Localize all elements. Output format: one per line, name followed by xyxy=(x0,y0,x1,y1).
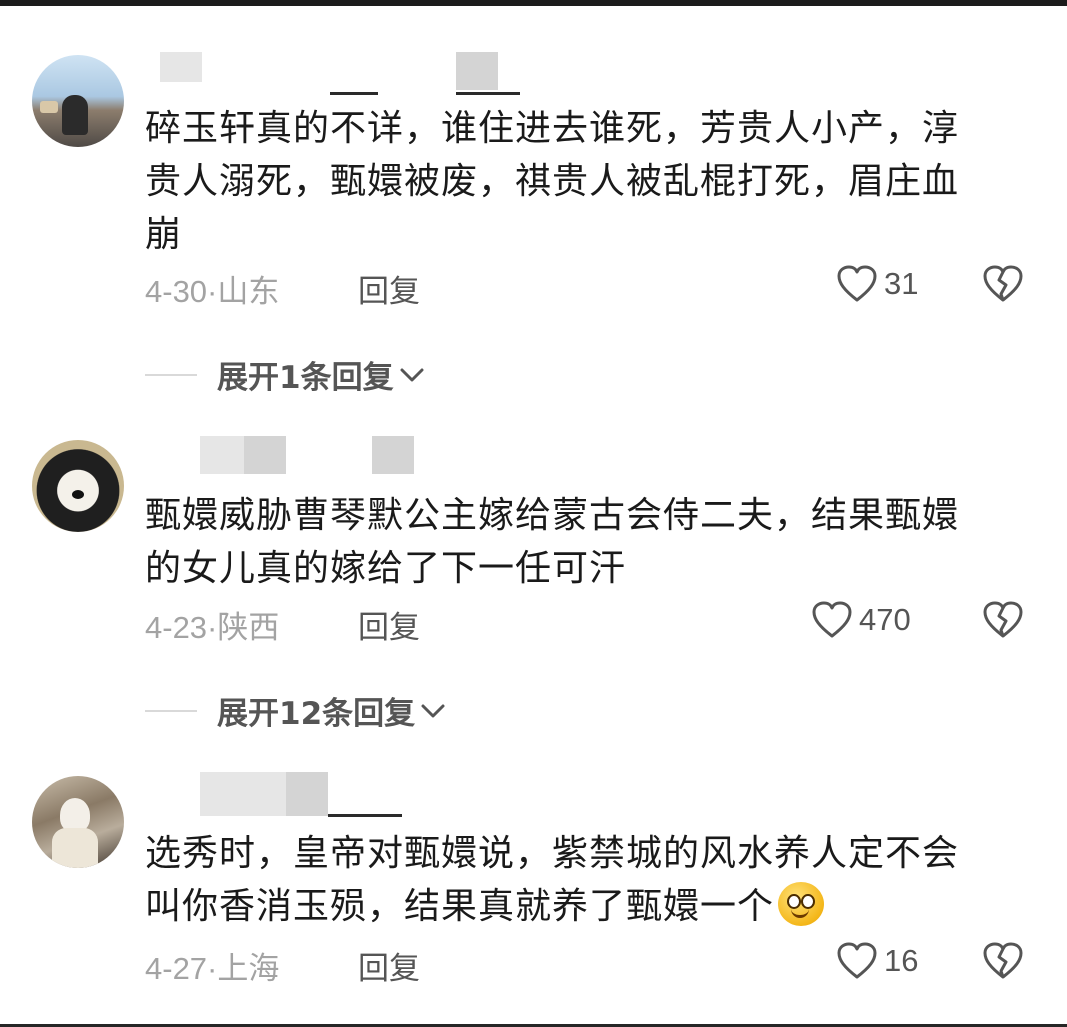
like-button[interactable]: 16 xyxy=(836,941,918,981)
like-button[interactable]: 31 xyxy=(836,264,918,304)
comment-date: 4-27 xyxy=(145,951,208,986)
like-count: 470 xyxy=(859,602,911,637)
reply-button[interactable]: 回复 xyxy=(358,602,420,647)
top-edge-bar xyxy=(0,0,1067,6)
comment-text: 甄嬛威胁曹琴默公主嫁给蒙古会侍二夫，结果甄嬛 的女儿真的嫁给了下一任可汗 xyxy=(145,495,960,589)
reply-button[interactable]: 回复 xyxy=(358,943,420,988)
chevron-down-icon xyxy=(421,704,445,717)
heart-outline-icon xyxy=(837,265,877,302)
dislike-button[interactable] xyxy=(982,941,1024,981)
broken-heart-icon xyxy=(983,942,1023,979)
divider-line xyxy=(145,709,197,712)
comment-location: 陕西 xyxy=(217,610,280,645)
avatar[interactable] xyxy=(32,776,124,868)
expand-replies-button[interactable]: 展开1条回复 xyxy=(145,352,426,397)
dislike-button[interactable] xyxy=(982,264,1024,304)
reply-button[interactable]: 回复 xyxy=(358,266,420,311)
avatar[interactable] xyxy=(32,440,124,532)
comment-meta: 4-30·山东 xyxy=(145,266,279,311)
expand-replies-label: 展开1条回复 xyxy=(217,360,394,396)
broken-heart-icon xyxy=(983,265,1023,302)
meta-dot: · xyxy=(207,610,218,645)
expand-replies-button[interactable]: 展开12条回复 xyxy=(145,688,447,733)
dislike-button[interactable] xyxy=(982,600,1024,640)
like-button[interactable]: 470 xyxy=(811,600,911,640)
comment-date: 4-30 xyxy=(145,274,208,309)
heart-outline-icon xyxy=(812,601,852,638)
divider-line xyxy=(145,373,197,376)
smiling-face-emoji xyxy=(778,882,825,926)
broken-heart-icon xyxy=(983,601,1023,638)
like-count: 31 xyxy=(884,266,919,301)
comment-date: 4-23 xyxy=(145,610,208,645)
chevron-down-icon xyxy=(400,368,424,381)
expand-replies-label: 展开12条回复 xyxy=(217,696,416,732)
comment-meta: 4-23·陕西 xyxy=(145,602,279,647)
comment-meta: 4-27·上海 xyxy=(145,943,279,988)
comment-text: 选秀时，皇帝对甄嬛说，紫禁城的风水养人定不会 叫你香消玉殒，结果真就养了甄嬛一个 xyxy=(145,833,960,927)
comment-location: 山东 xyxy=(217,274,280,309)
meta-dot: · xyxy=(207,274,218,309)
like-count: 16 xyxy=(884,943,919,978)
heart-outline-icon xyxy=(837,942,877,979)
comment-text: 碎玉轩真的不详，谁住进去谁死，芳贵人小产，淳 贵人溺死，甄嬛被废，祺贵人被乱棍打… xyxy=(145,108,960,255)
meta-dot: · xyxy=(207,951,218,986)
avatar[interactable] xyxy=(32,55,124,147)
comment-location: 上海 xyxy=(217,951,280,986)
